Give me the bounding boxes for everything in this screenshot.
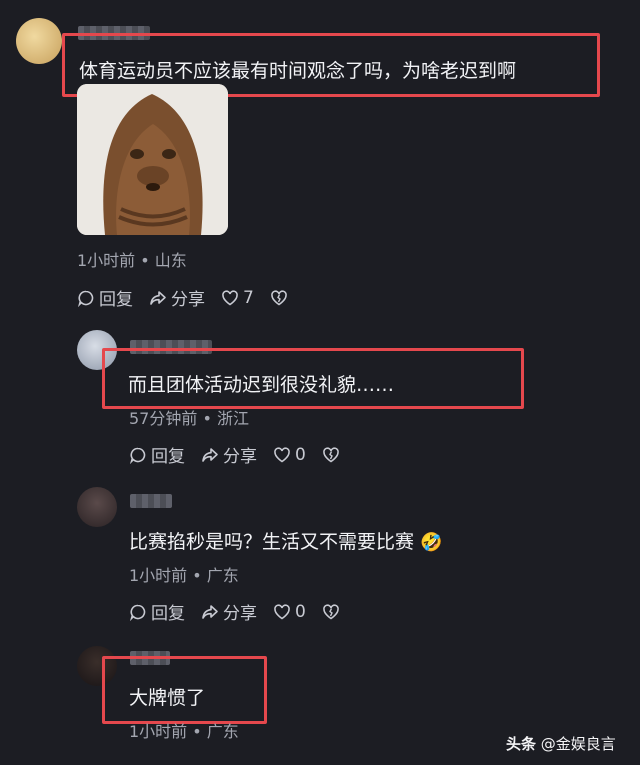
heart-icon: [222, 289, 238, 305]
watermark-brand: 头条: [506, 735, 537, 753]
comment-actions: 回复 分享 7: [77, 285, 288, 310]
reply-button[interactable]: 回复: [129, 442, 185, 467]
avatar[interactable]: [16, 18, 62, 64]
dislike-button[interactable]: [322, 603, 340, 621]
comment-meta: 57分钟前 • 浙江: [129, 409, 249, 428]
comment-sticker-image[interactable]: [77, 84, 228, 235]
seal-sticker-icon: [77, 84, 228, 235]
share-icon: [202, 604, 218, 619]
share-button[interactable]: 分享: [201, 442, 257, 467]
comment-text: 而且团体活动迟到很没礼貌……: [128, 374, 395, 396]
share-label: 分享: [223, 604, 257, 624]
reply-icon: [130, 447, 146, 464]
dislike-button[interactable]: [322, 446, 340, 464]
reply-label: 回复: [99, 290, 133, 310]
like-button[interactable]: 0: [273, 602, 306, 622]
reply-label: 回复: [151, 604, 185, 624]
reply-label: 回复: [151, 447, 185, 467]
dislike-button[interactable]: [270, 289, 288, 307]
reply-icon: [78, 290, 94, 307]
watermark: 头条 @金娱良言: [506, 733, 616, 754]
laughing-emoji-icon: 🤣: [420, 532, 443, 553]
share-icon: [150, 290, 166, 305]
username-blurred[interactable]: [130, 494, 172, 508]
broken-heart-icon: [323, 446, 339, 462]
share-button[interactable]: 分享: [149, 285, 205, 310]
comment-text: 比赛掐秒是吗？生活又不需要比赛 🤣: [129, 527, 442, 554]
comment-text: 体育运动员不应该最有时间观念了吗，为啥老迟到啊: [79, 60, 517, 82]
comment-text-body: 比赛掐秒是吗？生活又不需要比赛: [129, 531, 415, 553]
share-label: 分享: [223, 447, 257, 467]
comment-actions: 回复 分享 0: [129, 599, 340, 624]
like-button[interactable]: 0: [273, 445, 306, 465]
like-count: 7: [243, 287, 254, 308]
like-count: 0: [295, 601, 306, 622]
comment-actions: 回复 分享 0: [129, 442, 340, 467]
reply-icon: [130, 604, 146, 621]
comment-meta: 1小时前 • 广东: [129, 566, 239, 585]
share-icon: [202, 447, 218, 462]
broken-heart-icon: [323, 603, 339, 619]
like-button[interactable]: 7: [221, 288, 254, 308]
like-count: 0: [295, 444, 306, 465]
heart-icon: [274, 446, 290, 462]
comment-text: 大牌惯了: [129, 687, 206, 709]
watermark-account: @金娱良言: [540, 735, 616, 753]
share-label: 分享: [171, 290, 205, 310]
comment-meta: 1小时前 • 山东: [77, 251, 187, 270]
share-button[interactable]: 分享: [201, 599, 257, 624]
reply-button[interactable]: 回复: [77, 285, 133, 310]
heart-icon: [274, 603, 290, 619]
broken-heart-icon: [271, 289, 287, 305]
reply-button[interactable]: 回复: [129, 599, 185, 624]
avatar[interactable]: [77, 487, 117, 527]
comment-meta: 1小时前 • 广东: [129, 722, 239, 741]
